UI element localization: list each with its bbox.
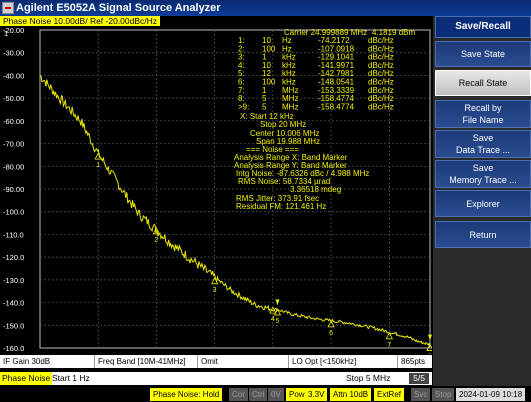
stop-indicator: Stop: [432, 388, 455, 401]
softkey-save-state[interactable]: Save State: [435, 41, 531, 67]
omit[interactable]: Omit: [197, 355, 218, 368]
softkey-label: Data Trace ...: [455, 145, 511, 155]
y-tick-label: -70.00: [3, 140, 24, 149]
cor-indicator: Cor: [229, 388, 248, 401]
window-title: Agilent E5052A Signal Source Analyzer: [16, 2, 221, 14]
residual-fm: Residual FM: 121.461 Hz: [236, 202, 326, 211]
marker-label: 2: [154, 237, 158, 244]
softkey-label: Recall State: [458, 78, 508, 88]
instrument-status-bar: Phase Noise: Hold Cor Ctrl 0V Pow 3.3V A…: [0, 387, 531, 402]
lo-opt[interactable]: LO Opt [<150kHz]: [288, 355, 356, 368]
y-tick-label: -130.0: [3, 276, 24, 285]
marker-readout-9: 5: [262, 102, 267, 111]
y-tick-label: -110.0: [3, 230, 24, 239]
softkey-label: Recall by: [464, 103, 502, 113]
y-tick-label: -90.00: [3, 185, 24, 194]
y-tick-label: -150.0: [3, 321, 24, 330]
softkey-save-recall: Save/Recall: [435, 16, 531, 38]
softkey-panel: Save/Recall Save State Recall State Recall …: [433, 16, 531, 386]
plot-area[interactable]: -20.00 -30.00 -40.00 -50.00 -60.00 -70.00 -80.…: [0, 26, 434, 361]
trace-number: 1: [4, 29, 8, 38]
power-voltage: 3.3V: [305, 388, 328, 401]
marker-readout-9: >9:: [238, 102, 249, 111]
if-gain[interactable]: IF Gain 30dB: [3, 355, 50, 368]
rms-noise-deg: 3.36518 mdeg: [290, 185, 341, 194]
marker-readout-9: MHz: [282, 102, 298, 111]
marker-label: 1: [96, 162, 100, 169]
softkey-label: Save: [472, 133, 494, 143]
softkey-return[interactable]: Return: [435, 221, 531, 248]
marker-label: 7: [387, 342, 391, 349]
y-tick-label: -140.0: [3, 299, 24, 308]
y-tick-label: -50.00: [3, 94, 24, 103]
y-tick-label: -60.00: [3, 117, 24, 126]
marker-label: 6: [329, 330, 333, 337]
phase-noise-chart: -20.00-30.00-40.00-50.00-60.00-70.00-80.…: [0, 26, 434, 361]
y-tick-label: -120.0: [3, 253, 24, 262]
ctrl-indicator: Ctrl: [249, 388, 268, 401]
marker-readout-9: -158.4774: [318, 102, 355, 111]
y-tick-label: -40.00: [3, 71, 24, 80]
softkey-label: File Name: [462, 115, 504, 125]
softkey-label: Save State: [460, 49, 506, 59]
measurement-mode[interactable]: Phase Noise: [0, 372, 53, 385]
y-tick-label: -100.0: [3, 208, 24, 217]
attenuation: Attn 10dB: [330, 388, 372, 401]
trace-label[interactable]: Phase Noise 10.00dB/ Ref -20.00dBc/Hz: [0, 16, 161, 26]
softkey-recall-by-file-name[interactable]: Recall by File Name: [435, 100, 531, 128]
softkey-recall-state[interactable]: Recall State: [435, 70, 531, 96]
softkey-save-data-trace[interactable]: Save Data Trace ...: [435, 130, 531, 158]
start-frequency[interactable]: Start 1 Hz: [52, 372, 90, 385]
measurement-status: Phase Noise: Hold: [150, 388, 223, 401]
softkey-label: Save/Recall: [455, 21, 511, 32]
softkey-explorer[interactable]: Explorer: [435, 190, 531, 217]
range-indicator[interactable]: 5/5: [409, 373, 429, 384]
points[interactable]: 865pts: [397, 355, 425, 368]
app-icon: [2, 2, 14, 14]
x-stop: Stop 20 MHz: [260, 120, 306, 129]
softkey-label: Memory Trace ...: [449, 175, 517, 185]
svc-indicator: Svc: [411, 388, 431, 401]
stop-frequency[interactable]: Stop 5 MHz: [346, 372, 390, 385]
ctrl-voltage: 0V: [268, 388, 284, 401]
ext-ref: ExtRef: [374, 388, 405, 401]
softkey-save-memory-trace[interactable]: Save Memory Trace ...: [435, 160, 531, 188]
status-bar: IF Gain 30dB Freq Band [10M-41MHz] Omit …: [0, 355, 432, 368]
marker-readout-9: dBc/Hz: [368, 102, 394, 111]
marker-label: 3: [213, 287, 217, 294]
marker-label: 5: [275, 318, 279, 325]
y-tick-label: -30.00: [3, 49, 24, 58]
title-bar: Agilent E5052A Signal Source Analyzer: [0, 0, 531, 16]
y-tick-label: -80.00: [3, 162, 24, 171]
softkey-label: Return: [469, 229, 497, 240]
softkey-label: Save: [472, 163, 494, 173]
marker-label: 4: [271, 316, 275, 323]
date-time: 2024-01-09 10:18: [456, 388, 526, 401]
y-tick-label: -160.0: [3, 344, 24, 353]
sweep-bar: Phase Noise Start 1 Hz Stop 5 MHz 5/5: [0, 372, 432, 385]
softkey-label: Explorer: [466, 198, 500, 209]
freq-band[interactable]: Freq Band [10M-41MHz]: [94, 355, 186, 368]
